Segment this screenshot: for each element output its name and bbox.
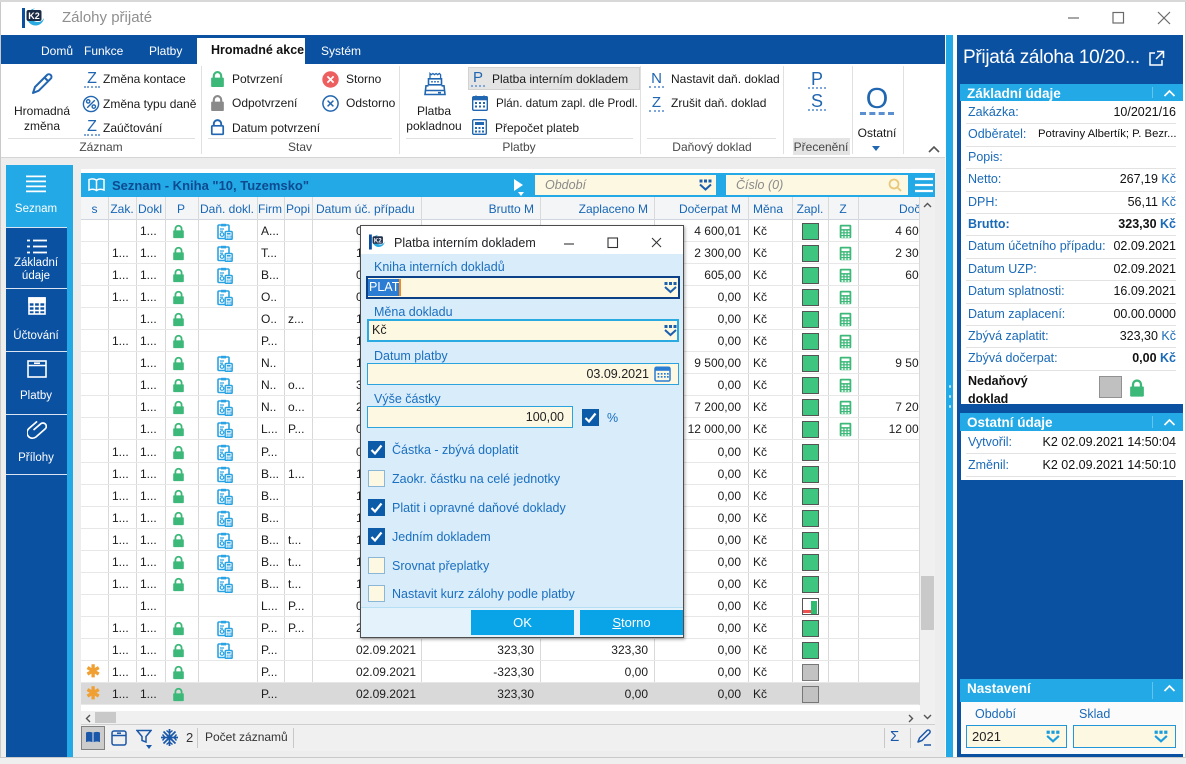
svg-text:K2: K2: [28, 11, 40, 21]
svg-text:K2: K2: [374, 239, 382, 245]
